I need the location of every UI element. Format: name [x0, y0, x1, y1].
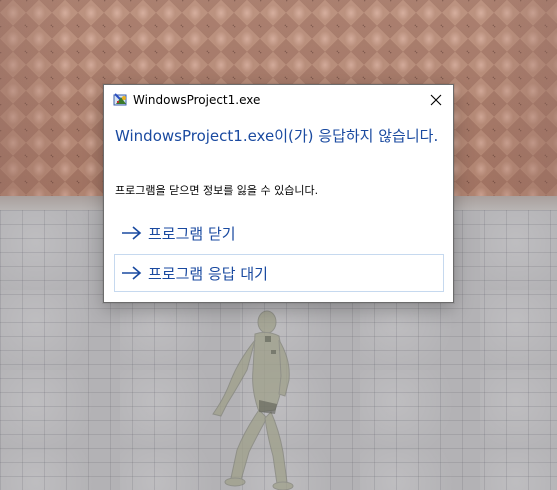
close-icon [430, 94, 442, 106]
dialog-heading: WindowsProject1.exe이(가) 응답하지 않습니다. [115, 127, 439, 145]
wait-for-program-button[interactable]: 프로그램 응답 대기 [114, 254, 444, 292]
window-title: WindowsProject1.exe [133, 93, 261, 107]
character-figure [212, 310, 294, 490]
not-responding-dialog: WindowsProject1.exe WindowsProject1.exe이… [103, 84, 454, 303]
wall-pillar-left [0, 0, 70, 205]
close-program-button[interactable]: 프로그램 닫기 [114, 214, 444, 252]
game-background: WindowsProject1.exe WindowsProject1.exe이… [0, 0, 557, 490]
close-program-label: 프로그램 닫기 [148, 224, 236, 243]
arrow-right-icon [122, 226, 142, 240]
application-icon [113, 93, 127, 106]
close-button[interactable] [419, 85, 453, 115]
wait-for-program-label: 프로그램 응답 대기 [148, 264, 268, 283]
wall-pillar-right [487, 0, 557, 205]
title-bar: WindowsProject1.exe [104, 85, 453, 115]
dialog-message: 프로그램을 닫으면 정보를 잃을 수 있습니다. [115, 184, 319, 197]
arrow-right-icon [122, 266, 142, 280]
